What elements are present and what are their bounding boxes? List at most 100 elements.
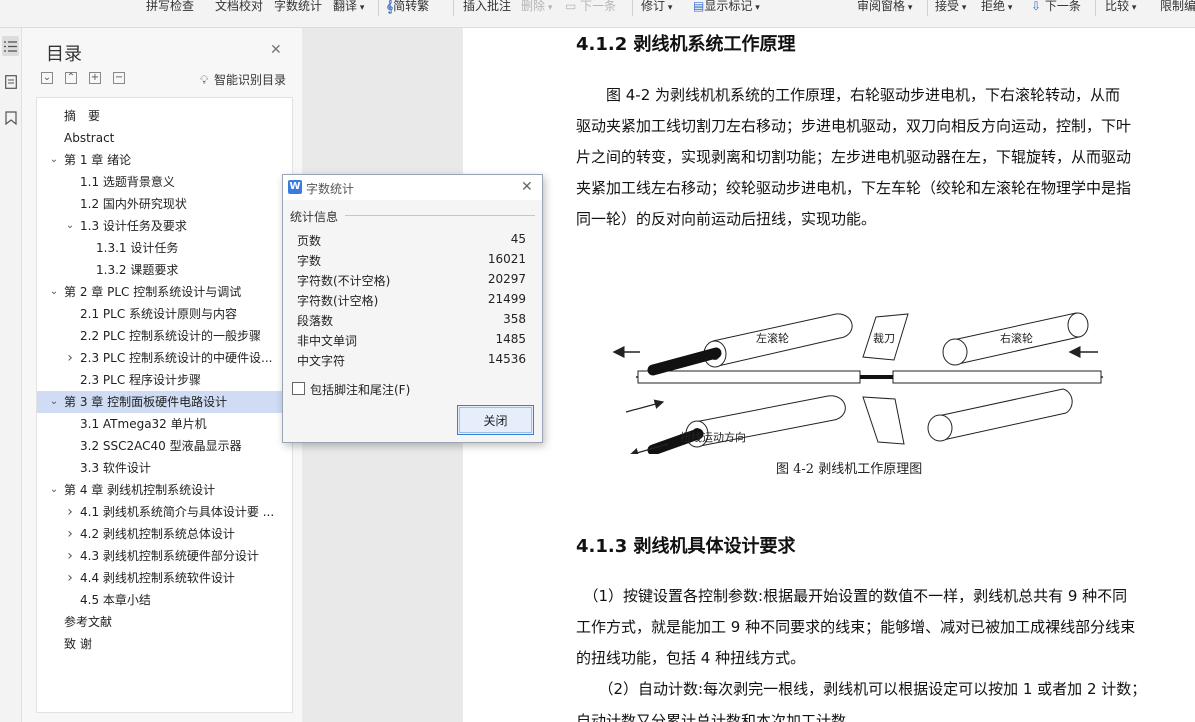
toc-item[interactable]: 参考文献 [37,611,292,633]
stat-value: 21499 [487,292,526,306]
add-heading-icon[interactable]: + [89,72,101,84]
toc-item[interactable]: 4.5 本章小结 [37,589,292,611]
toc-nav-icon[interactable] [2,36,19,56]
toc-item[interactable]: 1.1 选题背景意义 [37,171,292,193]
stripper-diagram: 左滚轮 右滚轮 裁刀 扭线运动方向 [612,312,1103,454]
toc-item[interactable]: 摘 要 [37,105,292,127]
stat-label: 字符数(不计空格) [297,274,391,288]
dialog-titlebar[interactable]: W 字数统计 ✕ [283,175,542,200]
toolbar-separator [632,0,633,16]
doc-proofread-button[interactable]: 文档校对 [215,0,263,14]
paragraph-line: 驱动夹紧加工线切割刀左右移动；步进电机驱动，双刀向相反方向运动，控制，下叶 [576,117,1132,135]
toc-item-label: 1.3.1 设计任务 [96,241,179,255]
chevron-down-icon[interactable]: ⌄ [65,215,75,237]
toc-item[interactable]: ⌄ 1.3 设计任务及要求 [37,215,292,237]
toc-item[interactable]: 1.3.2 课题要求 [37,259,292,281]
toc-item[interactable]: 1.3.1 设计任务 [37,237,292,259]
toc-item[interactable]: ⌄ 第 4 章 剥线机控制系统设计 [37,479,292,501]
toc-item-label: 致 谢 [64,637,92,651]
next-comment-button[interactable]: ▭ 下一条 [565,0,616,14]
chevron-right-icon[interactable]: › [65,523,75,545]
figure-caption: 图 4-2 剥线机工作原理图 [776,462,923,477]
toc-item[interactable]: Abstract [37,127,292,149]
toc-item[interactable]: 致 谢 [37,633,292,655]
trad-convert-button[interactable]: 𝄞简转繁 [386,0,429,14]
toolbar-separator [927,0,928,16]
paragraph: 图 4-2 为剥线机机系统的工作原理，右轮驱动步进电机，下右滚轮转动，从而 驱动… [576,80,1166,235]
next-change-icon: ⇩ [1031,0,1042,13]
reject-button[interactable]: 拒绝 ▾ [981,0,1012,14]
toc-item[interactable]: 2.2 PLC 控制系统设计的一般步骤 [37,325,292,347]
chevron-down-icon[interactable]: ⌄ [49,281,59,303]
toc-item-label: 1.3 设计任务及要求 [80,219,187,233]
toc-item[interactable]: 2.1 PLC 系统设计原则与内容 [37,303,292,325]
chevron-right-icon[interactable]: › [65,567,75,589]
toc-item-label: 第 3 章 控制面板硬件电路设计 [64,395,228,409]
toc-item[interactable]: ⌄ 第 2 章 PLC 控制系统设计与调试 [37,281,292,303]
restrict-edit-button[interactable]: 限制编 [1160,0,1195,14]
nav-icon-strip [0,28,22,722]
toc-item[interactable]: › 4.1 剥线机系统简介与具体设计要 ... [37,501,292,523]
next-change-button[interactable]: ⇩ 下一条 [1031,0,1081,14]
paragraph-line: 的扭线功能，包括 4 种扭线方式。 [576,649,806,667]
cutter-blade-lower [862,396,905,445]
toc-item-label: 第 2 章 PLC 控制系统设计与调试 [64,285,242,299]
toc-item-label: 2.3 PLC 控制系统设计的中硬件设... [80,351,273,365]
close-button[interactable]: 关闭 [457,405,534,435]
right-roller-label: 右滚轮 [1000,331,1033,345]
toc-item[interactable]: › 4.4 剥线机控制系统软件设计 [37,567,292,589]
group-divider [345,215,535,216]
page-thumbnail-icon[interactable] [2,72,19,92]
expand-all-icon[interactable]: ⌄ [41,72,53,84]
chevron-down-icon[interactable]: ⌄ [49,391,59,413]
delete-comment-button[interactable]: 删除 ▾ [521,0,552,14]
toc-item[interactable]: › 2.3 PLC 控制系统设计的中硬件设... [37,347,292,369]
toc-item[interactable]: › 4.3 剥线机控制系统硬件部分设计 [37,545,292,567]
lightbulb-icon: 💡︎ [200,73,209,87]
toc-item[interactable]: 3.2 SSC2AC40 型液晶显示器 [37,435,292,457]
toc-item-label: 3.1 ATmega32 单片机 [80,417,207,431]
chevron-down-icon[interactable]: ⌄ [49,149,59,171]
toc-item[interactable]: ⌄ 第 1 章 绪论 [37,149,292,171]
toc-item-label: 1.2 国内外研究现状 [80,197,187,211]
review-pane-button[interactable]: 审阅窗格 ▾ [857,0,912,14]
toc-item[interactable]: 3.3 软件设计 [37,457,292,479]
remove-heading-icon[interactable]: − [113,72,125,84]
show-markup-button[interactable]: ▤显示标记 ▾ [693,0,760,14]
stat-label: 字符数(计空格) [297,294,379,308]
chevron-right-icon[interactable]: › [65,545,75,567]
toc-item-label: 第 1 章 绪论 [64,153,132,167]
word-count-button[interactable]: 字数统计 [274,0,322,14]
toc-item[interactable]: 3.1 ATmega32 单片机 [37,413,292,435]
spell-check-button[interactable]: 拼写检查 [146,0,194,14]
close-icon[interactable]: ✕ [521,179,533,195]
bookmark-icon[interactable] [2,108,19,128]
track-changes-button[interactable]: 修订 ▾ [641,0,672,14]
toc-item-label: 3.2 SSC2AC40 型液晶显示器 [80,439,242,453]
collapse-all-icon[interactable]: ⌃ [65,72,77,84]
close-icon[interactable]: ✕ [270,42,282,58]
accept-button[interactable]: 接受 ▾ [935,0,966,14]
stat-label: 段落数 [297,314,334,328]
dialog-title: 字数统计 [306,182,355,196]
toc-item[interactable]: › 4.2 剥线机控制系统总体设计 [37,523,292,545]
right-roller-lower [927,388,1073,442]
insert-comment-button[interactable]: 插入批注 [463,0,511,14]
document-page[interactable]: 4.1.2 剥线机系统工作原理 图 4-2 为剥线机机系统的工作原理，右轮驱动步… [463,28,1195,722]
chevron-right-icon[interactable]: › [65,347,75,369]
section-heading: 4.1.2 剥线机系统工作原理 [576,34,796,55]
toc-item-label: 摘 要 [64,109,101,123]
translate-button[interactable]: 翻译 ▾ [333,0,364,14]
include-footnotes-checkbox[interactable] [292,382,305,395]
toolbar-separator [378,0,379,16]
toc-item[interactable]: 2.3 PLC 程序设计步骤 [37,369,292,391]
smart-toc-button[interactable]: 💡︎ 智能识别目录 [200,71,286,88]
paragraph-line: 自动计数又分累计总计数和本次加工计数 [576,712,847,722]
toc-item[interactable]: ⌄ 第 3 章 控制面板硬件电路设计 [37,391,292,413]
toc-item[interactable]: 1.2 国内外研究现状 [37,193,292,215]
compare-button[interactable]: 比较 ▾ [1105,0,1136,14]
include-footnotes-label[interactable]: 包括脚注和尾注(F) [310,381,410,398]
chevron-down-icon[interactable]: ⌄ [49,479,59,501]
chevron-right-icon[interactable]: › [65,501,75,523]
stat-label: 非中文单词 [297,334,358,348]
